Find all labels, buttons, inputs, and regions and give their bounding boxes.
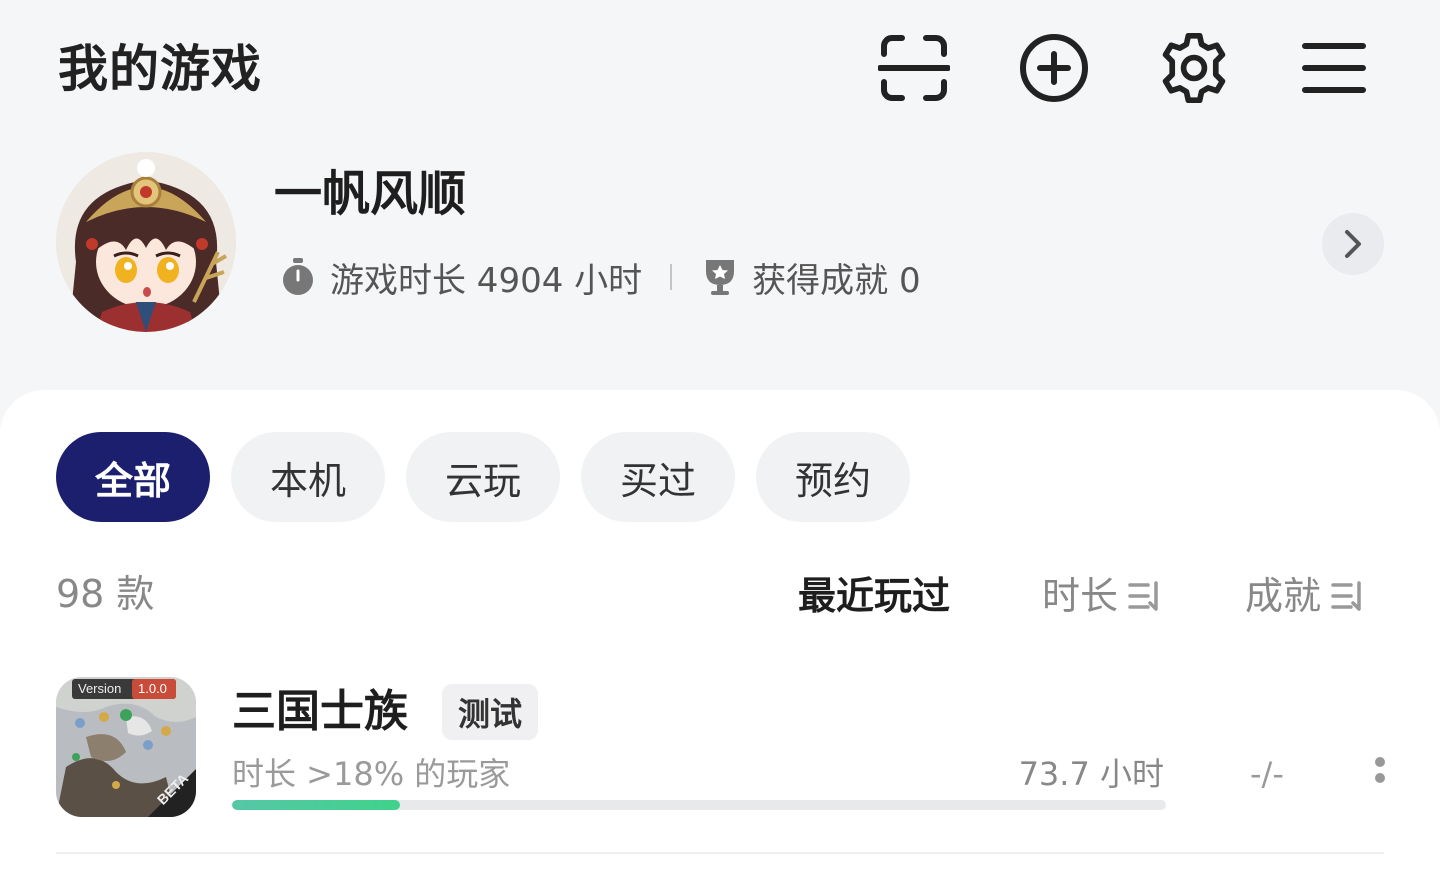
- games-card: 全部 本机 云玩 买过 预约 98 款 最近玩过 时长 成就 Version 1…: [0, 390, 1440, 874]
- profile-section[interactable]: 一帆风顺 游戏时长 4904 小时 获得成就 0: [0, 140, 1440, 380]
- scan-icon[interactable]: [878, 32, 950, 104]
- sort-duration-label: 时长: [1042, 574, 1119, 618]
- row-divider: [56, 852, 1384, 854]
- version-label: Version: [78, 681, 122, 696]
- sort-recent[interactable]: 最近玩过: [798, 572, 950, 620]
- chevron-right-icon: [1345, 230, 1361, 258]
- game-icon[interactable]: Version 1.0.0 BETA: [56, 677, 196, 817]
- sort-achievements[interactable]: 成就: [1245, 572, 1365, 620]
- tab-all[interactable]: 全部: [56, 432, 210, 522]
- more-options-icon[interactable]: [1366, 756, 1394, 796]
- sort-achievements-label: 成就: [1245, 574, 1322, 618]
- sort-duration[interactable]: 时长: [1042, 572, 1162, 620]
- profile-stats: 游戏时长 4904 小时 获得成就 0: [278, 252, 921, 302]
- version-number: 1.0.0: [138, 681, 167, 696]
- stats-divider: [670, 264, 673, 290]
- achievements-label: 获得成就 0: [752, 260, 921, 301]
- add-circle-icon[interactable]: [1018, 32, 1090, 104]
- playtime-progress-bar: [232, 800, 1166, 810]
- game-hours: 73.7 小时: [1018, 755, 1164, 793]
- sort-icon: [1331, 581, 1361, 611]
- avatar[interactable]: [56, 152, 236, 332]
- trophy-icon: [700, 257, 740, 297]
- username: 一帆风顺: [274, 166, 467, 222]
- gear-icon[interactable]: [1158, 32, 1230, 104]
- tab-reserved[interactable]: 预约: [756, 432, 910, 522]
- tab-cloud[interactable]: 云玩: [406, 432, 560, 522]
- sort-recent-label: 最近玩过: [798, 574, 951, 618]
- game-count: 98 款: [56, 572, 155, 616]
- playtime-label: 游戏时长 4904 小时: [330, 260, 643, 301]
- game-tag: 测试: [442, 684, 539, 740]
- stopwatch-icon: [278, 257, 318, 297]
- tab-purchased[interactable]: 买过: [581, 432, 735, 522]
- filter-tabs: 全部 本机 云玩 买过 预约: [56, 432, 931, 522]
- header: 我的游戏: [0, 0, 1440, 140]
- page-title: 我的游戏: [58, 40, 262, 98]
- tab-local[interactable]: 本机: [231, 432, 385, 522]
- profile-detail-button[interactable]: [1322, 213, 1384, 275]
- game-playtime-percentile: 时长 >18% 的玩家: [232, 755, 511, 793]
- playtime-progress-fill: [232, 800, 401, 810]
- list-item[interactable]: Version 1.0.0 BETA 三国士族 测试 时长 >18% 的玩家 7…: [0, 670, 1440, 860]
- game-title: 三国士族: [232, 686, 408, 737]
- game-achievements: -/-: [1250, 755, 1284, 793]
- menu-icon[interactable]: [1298, 32, 1370, 104]
- sort-icon: [1128, 581, 1158, 611]
